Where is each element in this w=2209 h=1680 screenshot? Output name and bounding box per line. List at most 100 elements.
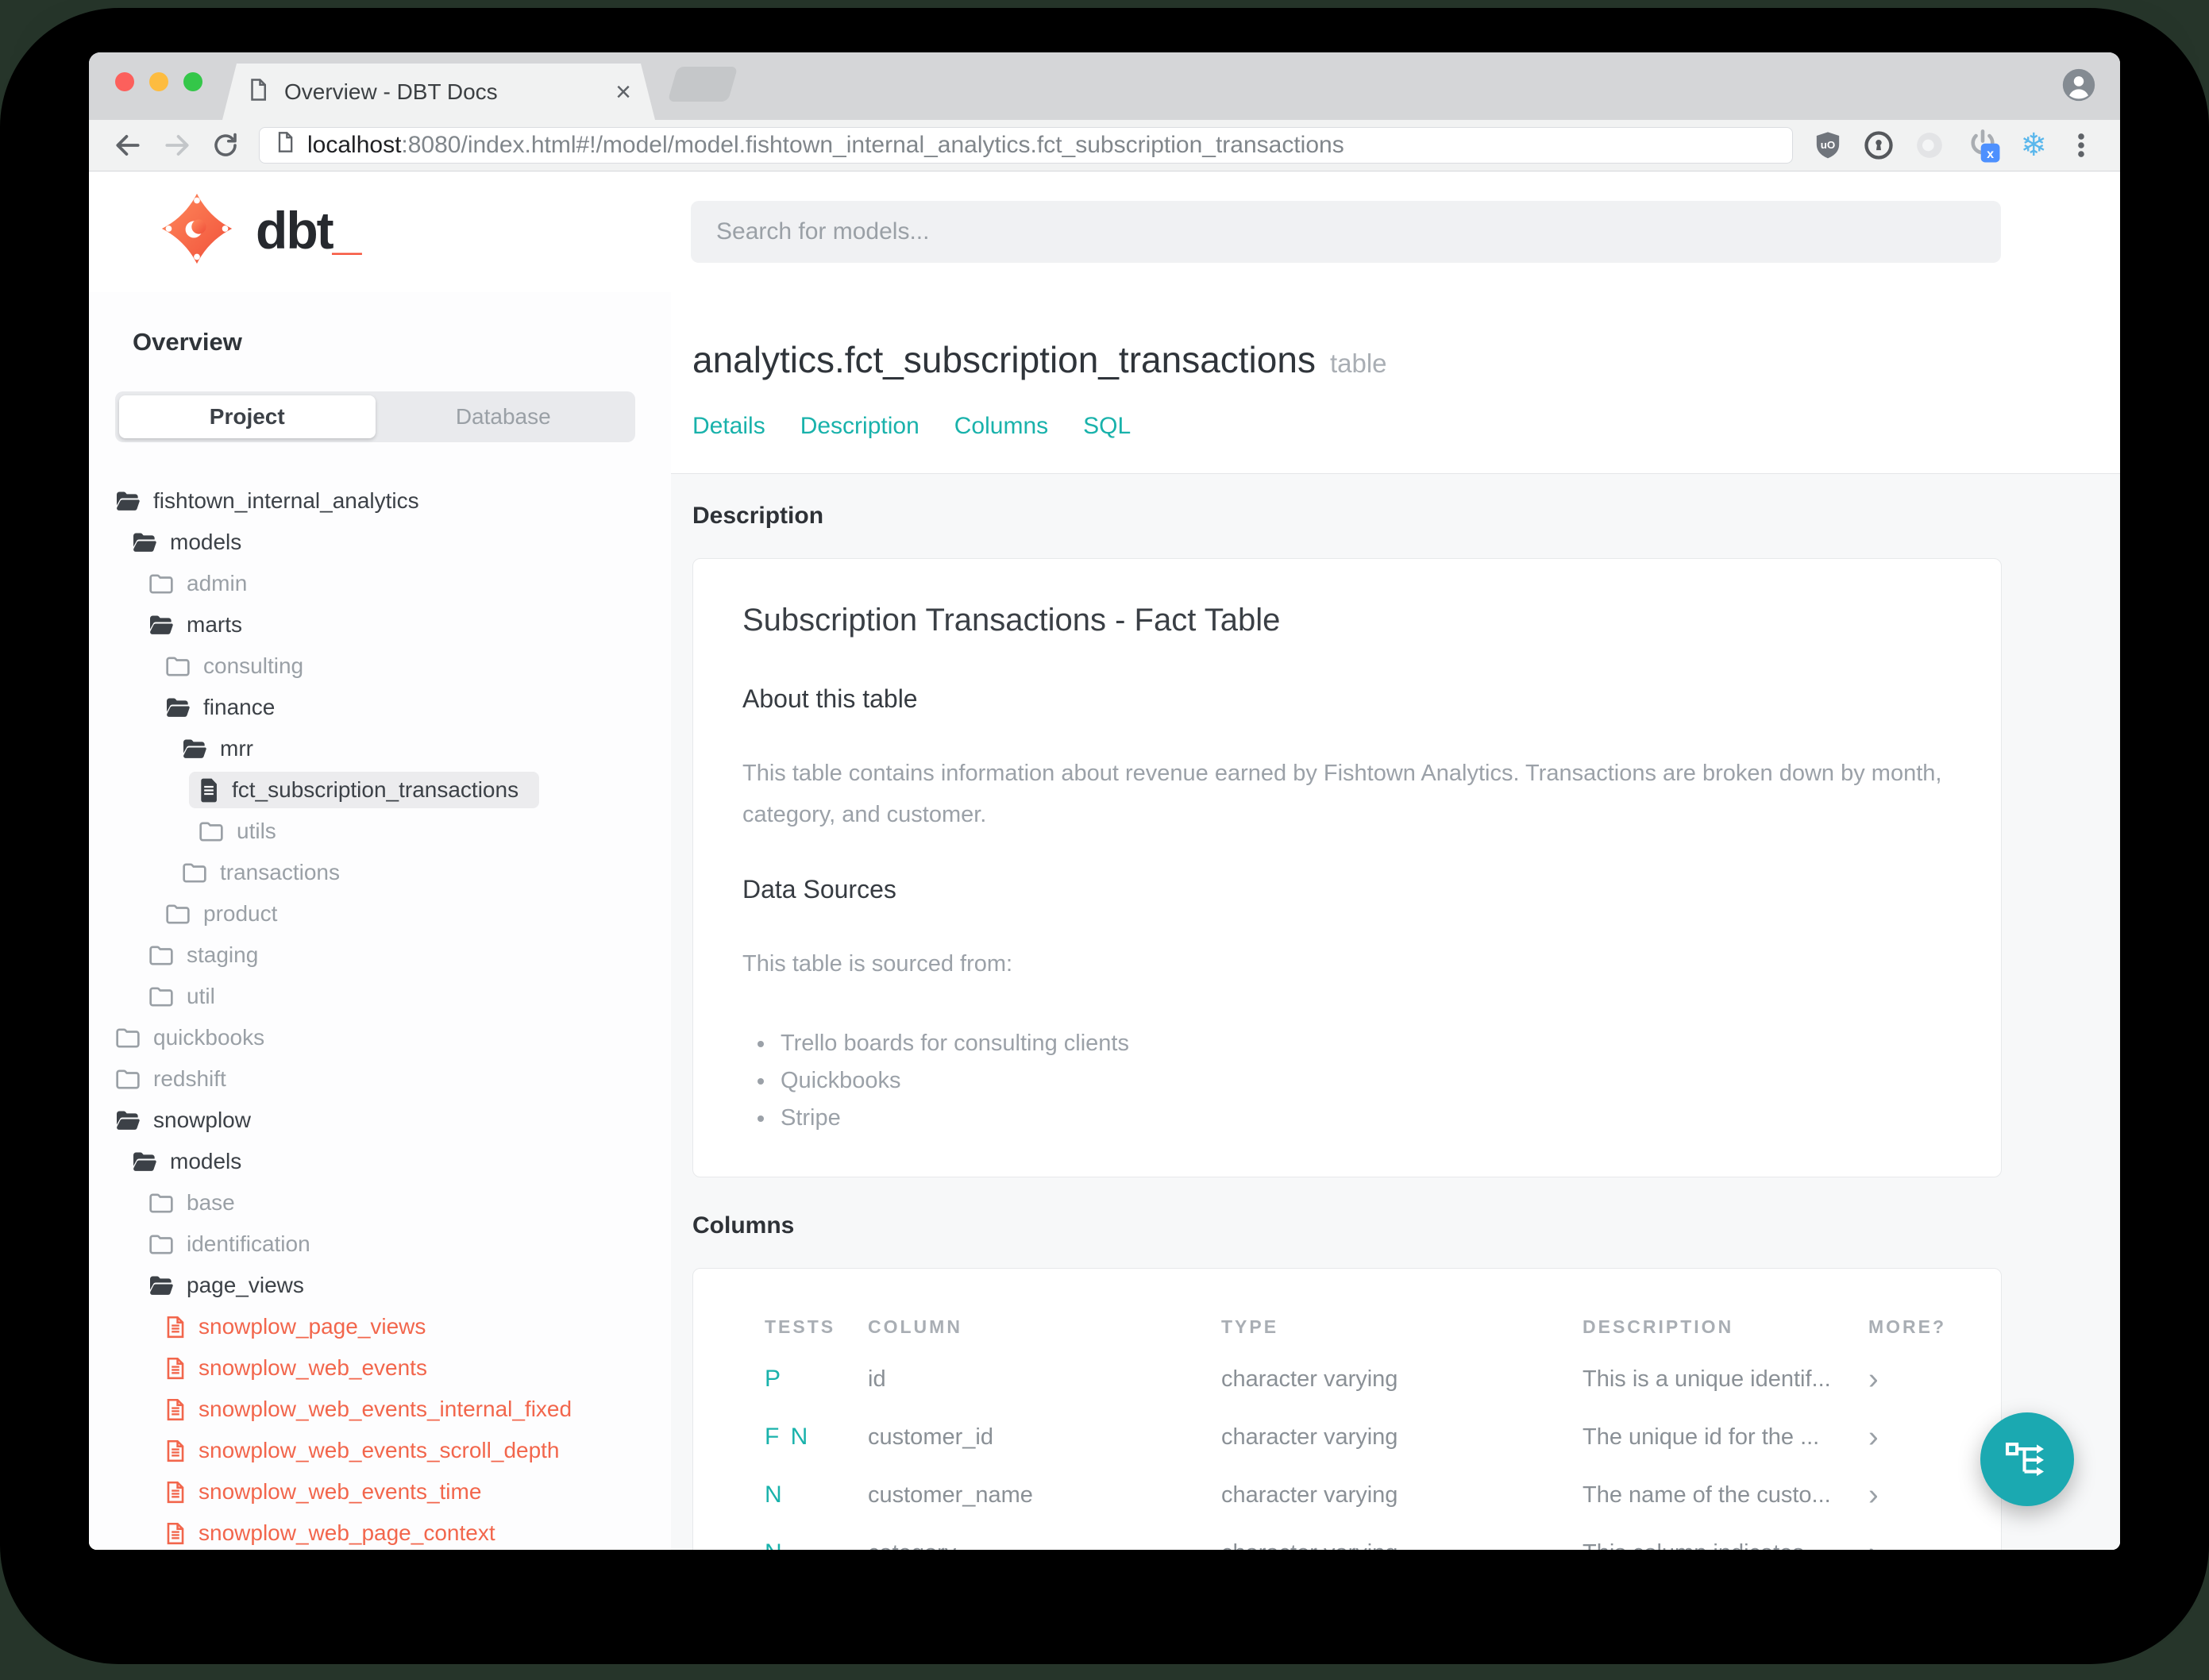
folder-icon [115,1069,141,1090]
tree-item-snowplow_web_events_time[interactable]: snowplow_web_events_time [156,1474,502,1510]
tree-item-snowplow[interactable]: snowplow [106,1102,272,1139]
nav-link-columns[interactable]: Columns [954,413,1048,440]
page-favicon-icon [246,78,270,106]
dbt-logo-icon [161,193,233,264]
minimize-window-button[interactable] [149,72,168,91]
tree-item-label: snowplow_web_page_context [199,1520,495,1545]
toggle-tab-project[interactable]: Project [119,395,376,438]
tree-item-snowplow_web_page_context[interactable]: snowplow_web_page_context [156,1515,516,1550]
folder-icon [115,1027,141,1049]
row-expand-icon[interactable]: › [1868,1422,1930,1452]
sources-intro: This table is sourced from: [742,951,1013,977]
tree-item-fishtown_internal_analytics[interactable]: fishtown_internal_analytics [106,483,440,519]
tree-item-admin[interactable]: admin [139,565,268,602]
file-red-icon [165,1356,186,1381]
folder-icon [165,656,191,677]
column-row-customer_id[interactable]: F N customer_id character varying The uniqu… [765,1408,1930,1466]
tree-item-staging[interactable]: staging [139,937,279,973]
back-icon[interactable] [113,130,143,160]
snowflake-extension-icon[interactable]: ❄ [2020,129,2047,161]
browser-window: Overview - DBT Docs × localhost:8080/ind… [89,52,2120,1550]
tree-item-marts[interactable]: marts [139,607,263,643]
toggle-tab-database[interactable]: Database [376,395,632,438]
model-type-badge: table [1329,349,1387,378]
tab-strip: Overview - DBT Docs × [89,52,2120,120]
onepassword-extension-icon[interactable] [1863,129,1895,161]
tree-item-util[interactable]: util [139,978,236,1015]
tree-item-models[interactable]: models [122,524,262,561]
project-database-toggle: Project Database [115,391,635,442]
browser-menu-icon[interactable] [2066,130,2096,160]
sidebar: Overview Project Database fishtown_intern… [89,292,671,1550]
folder-open-icon [148,1275,174,1297]
folder-open-icon [182,738,207,760]
main-panel: analytics.fct_subscription_transactions … [671,292,2120,1550]
source-item: Stripe [776,1100,1952,1137]
power-extension-icon[interactable]: x [1964,127,2001,164]
tree-item-label: fishtown_internal_analytics [153,488,419,513]
nav-link-details[interactable]: Details [692,413,765,440]
column-header-column: COLUMN [868,1316,962,1337]
tree-item-label: identification [187,1231,310,1256]
browser-tab[interactable]: Overview - DBT Docs × [222,64,655,120]
column-row-customer_name[interactable]: Ncustomer_name character varying The name … [765,1466,1930,1524]
column-description: This column indicates ... [1583,1540,1868,1550]
column-type: character varying [1221,1424,1398,1450]
tree-item-snowplow_page_views[interactable]: snowplow_page_views [156,1308,446,1345]
profile-avatar-icon[interactable] [2061,67,2096,106]
tree-item-label: models [170,530,242,554]
url-host: localhost [307,132,402,158]
tree-item-mrr[interactable]: mrr [172,730,274,767]
tree-item-quickbooks[interactable]: quickbooks [106,1019,285,1056]
lineage-graph-button[interactable] [1980,1412,2074,1506]
page-icon [274,131,296,160]
dbt-docs-app: dbt_ Overview ProjectDatabase fishtown_i… [89,171,2120,1550]
tree-item-base[interactable]: base [139,1185,256,1221]
search-input[interactable] [691,201,2001,263]
column-header-more: MORE? [1868,1316,1947,1337]
row-expand-icon[interactable]: › [1868,1480,1930,1510]
tree-item-models[interactable]: models [122,1143,262,1180]
folder-icon [165,904,191,925]
tree-item-finance[interactable]: finance [156,689,295,726]
disabled-extension-icon[interactable] [1914,129,1945,161]
tree-item-utils[interactable]: utils [189,813,297,850]
column-row-category[interactable]: Ncategorycharacter varyingThis column in… [765,1524,1930,1550]
tree-item-transactions[interactable]: transactions [172,854,360,891]
tree-item-label: util [187,984,215,1008]
column-description: The name of the custo... [1583,1482,1831,1508]
tree-item-fct_subscription_transactions[interactable]: fct_subscription_transactions [189,772,540,808]
folder-icon [148,573,174,595]
folder-open-icon [148,615,174,636]
nav-link-description[interactable]: Description [800,413,919,440]
forward-icon[interactable] [162,130,192,160]
model-name: analytics.fct_subscription_transactions [692,339,1316,380]
dbt-logo[interactable]: dbt_ [159,191,361,270]
tree-item-redshift[interactable]: redshift [106,1061,247,1097]
zoom-window-button[interactable] [183,72,202,91]
column-row-id[interactable]: Pid character varying This is a unique ide… [765,1351,1930,1408]
new-tab-button[interactable] [667,67,738,102]
nav-link-sql[interactable]: SQL [1083,413,1131,440]
desktop-backdrop: Overview - DBT Docs × localhost:8080/ind… [0,0,2209,1680]
tree-item-consulting[interactable]: consulting [156,648,324,684]
tests-badges: F N [765,1424,811,1451]
tab-close-icon[interactable]: × [615,79,631,106]
folder-open-icon [115,491,141,512]
tree-item-snowplow_web_events_internal_fixed[interactable]: snowplow_web_events_internal_fixed [156,1391,592,1428]
tree-item-page_views[interactable]: page_views [139,1267,325,1304]
row-expand-icon[interactable]: › [1868,1364,1930,1394]
tree-item-snowplow_web_events[interactable]: snowplow_web_events [156,1350,448,1386]
tree-item-identification[interactable]: identification [139,1226,331,1262]
folder-open-icon [165,697,191,719]
column-header-type: TYPE [1221,1316,1279,1337]
ublock-extension-icon[interactable]: uO [1812,129,1844,161]
tree-item-product[interactable]: product [156,896,298,932]
close-window-button[interactable] [115,72,134,91]
column-name: customer_id [868,1424,993,1450]
row-expand-icon[interactable]: › [1868,1538,1930,1550]
reload-icon[interactable] [211,131,240,160]
address-bar[interactable]: localhost:8080/index.html#!/model/model.… [259,127,1794,164]
tree-item-snowplow_web_events_scroll_depth[interactable]: snowplow_web_events_scroll_depth [156,1432,580,1469]
column-name: id [868,1366,886,1392]
